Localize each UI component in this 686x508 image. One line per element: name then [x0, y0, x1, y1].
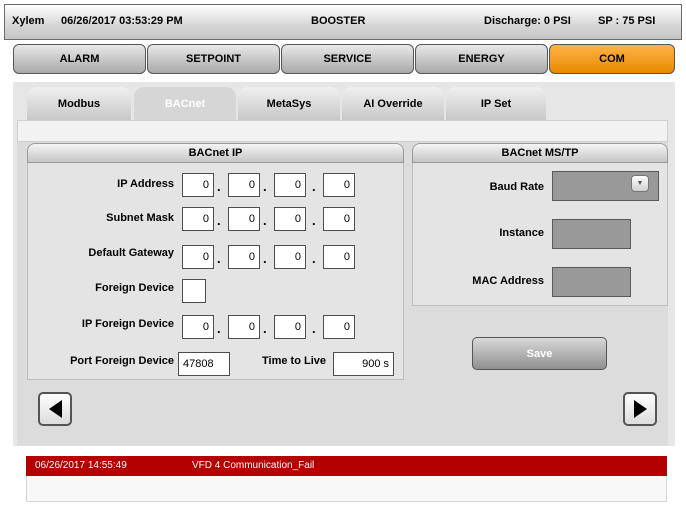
bacnet-mstp-title: BACnet MS/TP — [412, 143, 668, 163]
datetime-label: 06/26/2017 03:53:29 PM — [61, 15, 183, 27]
default-gateway-dot: . — [312, 251, 316, 266]
ip-foreign-device-octet-1[interactable]: 0 — [182, 315, 214, 339]
nav-energy[interactable]: ENERGY — [415, 44, 548, 74]
ip-foreign-device-dot: . — [263, 321, 267, 336]
next-page-button[interactable] — [623, 392, 657, 426]
foreign-device-label: Foreign Device — [95, 282, 174, 294]
ip-address-octet-4[interactable]: 0 — [323, 173, 355, 197]
default-gateway-octet-2[interactable]: 0 — [228, 245, 260, 269]
alarm-list-area — [26, 476, 667, 502]
mac-address-field[interactable] — [552, 267, 631, 297]
mode-label: BOOSTER — [311, 15, 366, 27]
ip-address-dot: . — [217, 179, 221, 194]
default-gateway-dot: . — [217, 251, 221, 266]
default-gateway-octet-1[interactable]: 0 — [182, 245, 214, 269]
nav-com[interactable]: COM — [549, 44, 675, 74]
bacnet-ip-title: BACnet IP — [27, 143, 404, 163]
active-alarm-row[interactable]: 06/26/2017 14:55:49 VFD 4 Communication_… — [26, 456, 667, 476]
time-to-live-input[interactable]: 900 s — [333, 352, 394, 376]
subnet-mask-octet-3[interactable]: 0 — [274, 207, 306, 231]
chevron-down-icon[interactable]: ▼ — [631, 175, 649, 192]
tab-modbus[interactable]: Modbus — [27, 87, 131, 120]
prev-page-button[interactable] — [38, 392, 72, 426]
brand-label: Xylem — [12, 15, 45, 27]
default-gateway-dot: . — [263, 251, 267, 266]
default-gateway-octet-3[interactable]: 0 — [274, 245, 306, 269]
mac-address-label: MAC Address — [472, 275, 544, 287]
baud-rate-label: Baud Rate — [489, 181, 544, 193]
ip-address-octet-1[interactable]: 0 — [182, 173, 214, 197]
port-foreign-device-input[interactable]: 47808 — [178, 352, 230, 376]
right-triangle-icon — [633, 400, 647, 418]
port-foreign-device-label: Port Foreign Device — [70, 355, 174, 367]
tab-metasys[interactable]: MetaSys — [238, 87, 340, 120]
left-triangle-icon — [48, 400, 62, 418]
hmi-screen: Xylem 06/26/2017 03:53:29 PM BOOSTER Dis… — [0, 0, 686, 508]
subnet-mask-octet-2[interactable]: 0 — [228, 207, 260, 231]
nav-service[interactable]: SERVICE — [281, 44, 414, 74]
ip-address-octet-2[interactable]: 0 — [228, 173, 260, 197]
alarm-timestamp: 06/26/2017 14:55:49 — [35, 460, 127, 471]
instance-label: Instance — [499, 227, 544, 239]
ip-address-dot: . — [263, 179, 267, 194]
ip-address-label: IP Address — [117, 178, 174, 190]
alarm-message: VFD 4 Communication_Fail — [192, 460, 315, 471]
ip-foreign-device-octet-4[interactable]: 0 — [323, 315, 355, 339]
tab-bacnet[interactable]: BACnet — [134, 87, 236, 120]
time-to-live-label: Time to Live — [262, 355, 326, 367]
ip-address-dot: . — [312, 179, 316, 194]
ip-foreign-device-dot: . — [312, 321, 316, 336]
nav-alarm[interactable]: ALARM — [13, 44, 146, 74]
default-gateway-label: Default Gateway — [88, 247, 174, 259]
subnet-mask-octet-1[interactable]: 0 — [182, 207, 214, 231]
default-gateway-octet-4[interactable]: 0 — [323, 245, 355, 269]
subnet-mask-octet-4[interactable]: 0 — [323, 207, 355, 231]
nav-setpoint[interactable]: SETPOINT — [147, 44, 280, 74]
tab-strip-band — [17, 120, 668, 142]
save-button[interactable]: Save — [472, 337, 607, 370]
discharge-label: Discharge: 0 PSI — [484, 15, 571, 27]
subnet-mask-label: Subnet Mask — [106, 212, 174, 224]
tab-ai-override[interactable]: AI Override — [342, 87, 444, 120]
status-header: Xylem 06/26/2017 03:53:29 PM BOOSTER Dis… — [4, 4, 682, 40]
ip-foreign-device-octet-3[interactable]: 0 — [274, 315, 306, 339]
instance-field[interactable] — [552, 219, 631, 249]
subnet-mask-dot: . — [312, 213, 316, 228]
ip-address-octet-3[interactable]: 0 — [274, 173, 306, 197]
foreign-device-checkbox[interactable] — [182, 279, 206, 303]
tab-ip-set[interactable]: IP Set — [446, 87, 546, 120]
subnet-mask-dot: . — [217, 213, 221, 228]
setpoint-label: SP : 75 PSI — [598, 15, 656, 27]
subnet-mask-dot: . — [263, 213, 267, 228]
ip-foreign-device-label: IP Foreign Device — [81, 318, 174, 330]
ip-foreign-device-octet-2[interactable]: 0 — [228, 315, 260, 339]
ip-foreign-device-dot: . — [217, 321, 221, 336]
